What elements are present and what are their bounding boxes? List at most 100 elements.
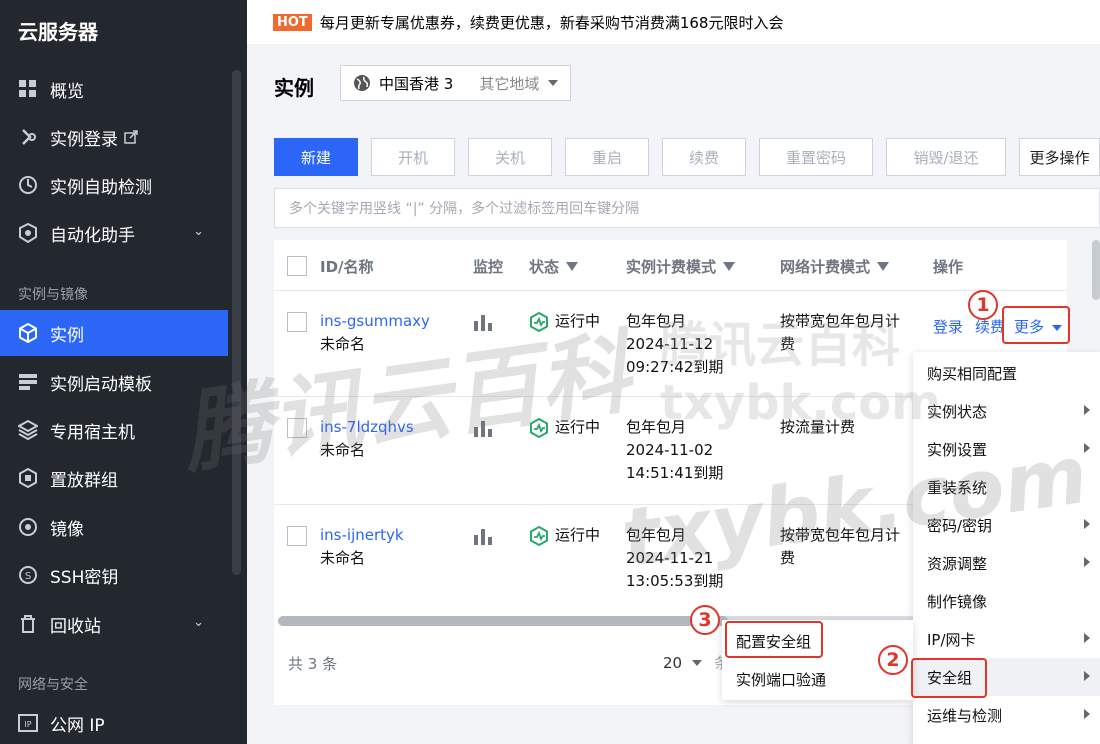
- status-running: 运行中: [529, 310, 600, 333]
- page-vertical-scrollbar[interactable]: [1092, 240, 1100, 300]
- ssh-key-icon: S: [18, 565, 38, 585]
- header-net-billing[interactable]: 网络计费模式: [780, 256, 890, 277]
- chevron-down-icon: [548, 80, 558, 86]
- menu-item-instance-status[interactable]: 实例状态: [913, 392, 1100, 430]
- sidebar-item-launch-template[interactable]: 实例启动模板: [0, 359, 228, 405]
- more-operations-button[interactable]: 更多操作: [1019, 138, 1100, 176]
- sidebar-item-self-check[interactable]: 实例自助检测: [0, 162, 228, 208]
- instance-icon: [18, 323, 38, 343]
- expiry-date: 2024-11-21: [626, 549, 714, 567]
- select-all-checkbox[interactable]: [287, 256, 307, 276]
- instance-name: 未命名: [320, 335, 366, 353]
- menu-item-instance-settings[interactable]: 实例设置: [913, 430, 1100, 468]
- status-running: 运行中: [529, 416, 600, 439]
- menu-item-ip-nic[interactable]: IP/网卡: [913, 620, 1100, 658]
- instance-id-link[interactable]: ins-7ldzqhvs: [320, 416, 414, 439]
- sidebar-item-label: 置放群组: [50, 470, 118, 491]
- expiry-date: 2024-11-12: [626, 335, 714, 353]
- header-billing[interactable]: 实例计费模式: [626, 256, 736, 277]
- menu-item-ops-detect[interactable]: 运维与检测: [913, 696, 1100, 734]
- reset-password-button[interactable]: 重置密码: [759, 138, 873, 176]
- promo-text: 每月更新专属优惠券，续费更优惠，新春采购节消费满168元限时入会: [319, 13, 784, 32]
- scrollbar-thumb[interactable]: [278, 616, 728, 626]
- sidebar: 云服务器 概览 实例登录 实例自助检测 自动化助手 ⌄ 实例与镜像 实例 实例启…: [0, 0, 247, 744]
- start-button[interactable]: 开机: [371, 138, 455, 176]
- chevron-right-icon: [1084, 671, 1090, 681]
- filter-icon[interactable]: [566, 262, 579, 271]
- net-billing-mode: 按带宽包年包月计: [780, 526, 901, 544]
- monitor-chart-icon[interactable]: [473, 419, 493, 437]
- running-status-icon: [530, 311, 548, 332]
- total-count: 共 3 条: [288, 655, 338, 673]
- menu-item-resource-adjust[interactable]: 资源调整: [913, 544, 1100, 582]
- row-checkbox[interactable]: [287, 526, 307, 546]
- header-id: ID/名称: [320, 258, 374, 276]
- expiry-time: 14:51:41到期: [626, 464, 724, 482]
- sidebar-group-instance-image: 实例与镜像: [18, 287, 88, 303]
- row-checkbox[interactable]: [287, 312, 307, 332]
- chevron-down-icon: [692, 659, 703, 666]
- billing-mode: 包年包月: [626, 418, 687, 436]
- renew-button[interactable]: 续费: [662, 138, 746, 176]
- region-name: 中国香港 3: [379, 74, 454, 93]
- recycle-icon: [18, 614, 38, 634]
- restart-button[interactable]: 重启: [565, 138, 649, 176]
- header-status[interactable]: 状态: [529, 256, 579, 277]
- sidebar-item-ssh-key[interactable]: S SSH密钥: [0, 552, 228, 598]
- table-header: ID/名称 监控 状态 实例计费模式 网络计费模式 操作: [274, 240, 1067, 291]
- sidebar-scrollbar[interactable]: [232, 70, 241, 575]
- sidebar-item-label: 公网 IP: [50, 715, 105, 736]
- page-header: 实例 中国香港 3 其它地域: [247, 44, 1100, 122]
- sidebar-item-automation[interactable]: 自动化助手 ⌄: [0, 210, 228, 256]
- filter-icon[interactable]: [723, 262, 736, 271]
- ip-icon: IP: [18, 713, 38, 733]
- search-input[interactable]: 多个关键字用竖线 “|” 分隔，多个过滤标签用回车键分隔: [274, 188, 1100, 228]
- step-badge-2: 2: [878, 645, 908, 675]
- login-link[interactable]: 登录: [933, 316, 963, 339]
- sidebar-item-recycle-bin[interactable]: 回收站 ⌄: [0, 601, 228, 647]
- detect-icon: [18, 175, 38, 195]
- instance-name: 未命名: [320, 441, 366, 459]
- billing-mode: 包年包月: [626, 312, 687, 330]
- chevron-right-icon: [1084, 557, 1090, 567]
- stop-button[interactable]: 关机: [468, 138, 552, 176]
- sidebar-item-label: 专用宿主机: [50, 422, 135, 443]
- monitor-chart-icon[interactable]: [473, 527, 493, 545]
- instance-id-link[interactable]: ins-gsummaxy: [320, 310, 430, 333]
- running-status-icon: [530, 417, 548, 438]
- promo-banner[interactable]: HOT 每月更新专属优惠券，续费更优惠，新春采购节消费满168元限时入会: [247, 0, 1100, 44]
- net-billing-mode-cont: 费: [780, 549, 796, 567]
- login-icon: [18, 127, 38, 147]
- net-billing-mode: 按带宽包年包月计: [780, 312, 901, 330]
- region-selector[interactable]: 中国香港 3 其它地域: [340, 65, 571, 101]
- header-operations: 操作: [933, 258, 964, 276]
- placement-icon: [18, 468, 38, 488]
- menu-item-reinstall[interactable]: 重装系统: [913, 468, 1100, 506]
- page-size-selector[interactable]: 20 条: [663, 652, 729, 673]
- sidebar-item-image[interactable]: 镜像: [0, 504, 228, 550]
- row-checkbox[interactable]: [287, 418, 307, 438]
- sidebar-item-instance[interactable]: 实例: [0, 310, 228, 356]
- chevron-down-icon: ⌄: [193, 615, 204, 630]
- sidebar-item-public-ip[interactable]: IP 公网 IP: [0, 700, 228, 744]
- instance-id-link[interactable]: ins-ijnertyk: [320, 524, 404, 547]
- chevron-right-icon: [1084, 443, 1090, 453]
- sidebar-item-placement-group[interactable]: 置放群组: [0, 455, 228, 501]
- sidebar-item-dedicated-host[interactable]: 专用宿主机: [0, 407, 228, 453]
- sidebar-item-instance-login[interactable]: 实例登录: [0, 114, 228, 160]
- billing-mode: 包年包月: [626, 526, 687, 544]
- menu-item-password-key[interactable]: 密码/密钥: [913, 506, 1100, 544]
- host-icon: [18, 420, 38, 440]
- destroy-button[interactable]: 销毁/退还: [886, 138, 1006, 176]
- filter-icon[interactable]: [877, 262, 890, 271]
- instance-name: 未命名: [320, 549, 366, 567]
- sidebar-item-overview[interactable]: 概览: [0, 66, 228, 112]
- menu-item-create-image[interactable]: 制作镜像: [913, 582, 1100, 620]
- sidebar-item-label: 实例: [50, 325, 84, 346]
- svg-text:IP: IP: [24, 720, 31, 729]
- monitor-chart-icon[interactable]: [473, 313, 493, 331]
- annotation-box-more: [1002, 306, 1070, 344]
- net-billing-mode-cont: 费: [780, 335, 796, 353]
- new-button[interactable]: 新建: [274, 138, 358, 176]
- menu-item-buy-same[interactable]: 购买相同配置: [913, 354, 1100, 392]
